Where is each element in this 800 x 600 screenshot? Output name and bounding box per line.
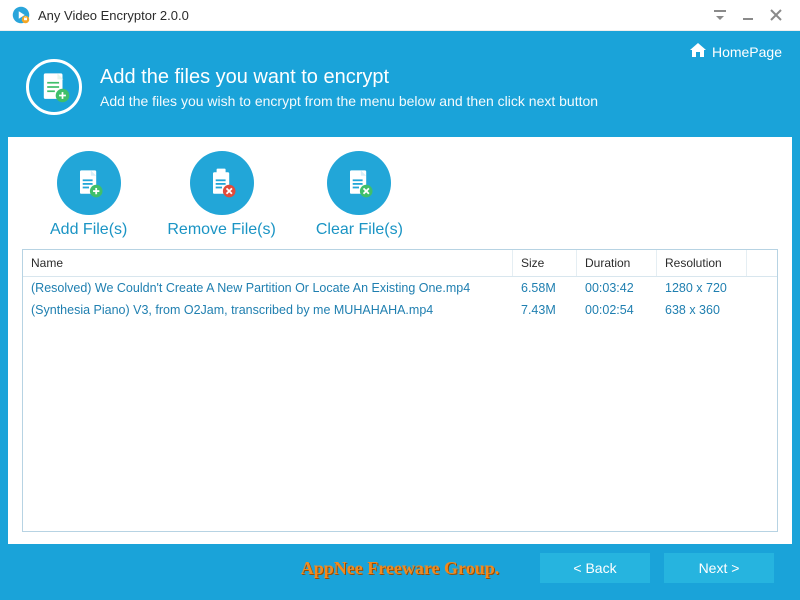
table-row[interactable]: (Resolved) We Couldn't Create A New Part… [23, 277, 777, 299]
file-add-icon [57, 151, 121, 215]
remove-files-button[interactable]: Remove File(s) [167, 151, 275, 239]
app-icon [12, 6, 30, 24]
hero-text: Add the files you want to encrypt Add th… [100, 66, 598, 109]
file-clear-icon [327, 151, 391, 215]
table-header: Name Size Duration Resolution [23, 250, 777, 277]
table-row[interactable]: (Synthesia Piano) V3, from O2Jam, transc… [23, 299, 777, 321]
cell-pad [747, 299, 777, 321]
hero-subtitle: Add the files you wish to encrypt from t… [100, 93, 598, 109]
cell-duration: 00:02:54 [577, 299, 657, 321]
cell-name: (Resolved) We Couldn't Create A New Part… [23, 277, 513, 299]
watermark: AppNee Freeware Group. [301, 558, 499, 579]
file-remove-icon [190, 151, 254, 215]
homepage-label: HomePage [712, 44, 782, 60]
add-files-label: Add File(s) [50, 221, 127, 239]
col-resolution[interactable]: Resolution [657, 250, 747, 276]
body-area: Add File(s) Remove File(s) Clear File(s) [0, 137, 800, 600]
cell-resolution: 638 x 360 [657, 299, 747, 321]
col-pad [747, 250, 777, 276]
col-duration[interactable]: Duration [577, 250, 657, 276]
hero-icon [26, 59, 82, 115]
cell-size: 6.58M [513, 277, 577, 299]
main-panel: Add File(s) Remove File(s) Clear File(s) [8, 137, 792, 544]
clear-files-button[interactable]: Clear File(s) [316, 151, 403, 239]
hero: Add the files you want to encrypt Add th… [20, 41, 780, 137]
remove-files-label: Remove File(s) [167, 221, 275, 239]
col-size[interactable]: Size [513, 250, 577, 276]
clear-files-label: Clear File(s) [316, 221, 403, 239]
cell-pad [747, 277, 777, 299]
home-icon [690, 43, 706, 60]
cell-resolution: 1280 x 720 [657, 277, 747, 299]
next-button[interactable]: Next > [664, 553, 774, 583]
close-button[interactable] [762, 1, 790, 29]
homepage-link[interactable]: HomePage [690, 43, 782, 60]
table-body: (Resolved) We Couldn't Create A New Part… [23, 277, 777, 531]
add-files-button[interactable]: Add File(s) [50, 151, 127, 239]
cell-duration: 00:03:42 [577, 277, 657, 299]
footer: AppNee Freeware Group. < Back Next > [8, 544, 792, 592]
options-button[interactable] [706, 1, 734, 29]
col-name[interactable]: Name [23, 250, 513, 276]
hero-title: Add the files you want to encrypt [100, 66, 598, 89]
nav-buttons: < Back Next > [540, 553, 774, 583]
app-window: Any Video Encryptor 2.0.0 HomePage Add t… [0, 0, 800, 600]
file-table: Name Size Duration Resolution (Resolved)… [22, 249, 778, 532]
minimize-button[interactable] [734, 1, 762, 29]
titlebar: Any Video Encryptor 2.0.0 [0, 0, 800, 31]
action-row: Add File(s) Remove File(s) Clear File(s) [22, 147, 778, 249]
cell-name: (Synthesia Piano) V3, from O2Jam, transc… [23, 299, 513, 321]
cell-size: 7.43M [513, 299, 577, 321]
header-area: HomePage Add the files you want to encry… [0, 31, 800, 137]
app-title: Any Video Encryptor 2.0.0 [38, 8, 706, 23]
back-button[interactable]: < Back [540, 553, 650, 583]
